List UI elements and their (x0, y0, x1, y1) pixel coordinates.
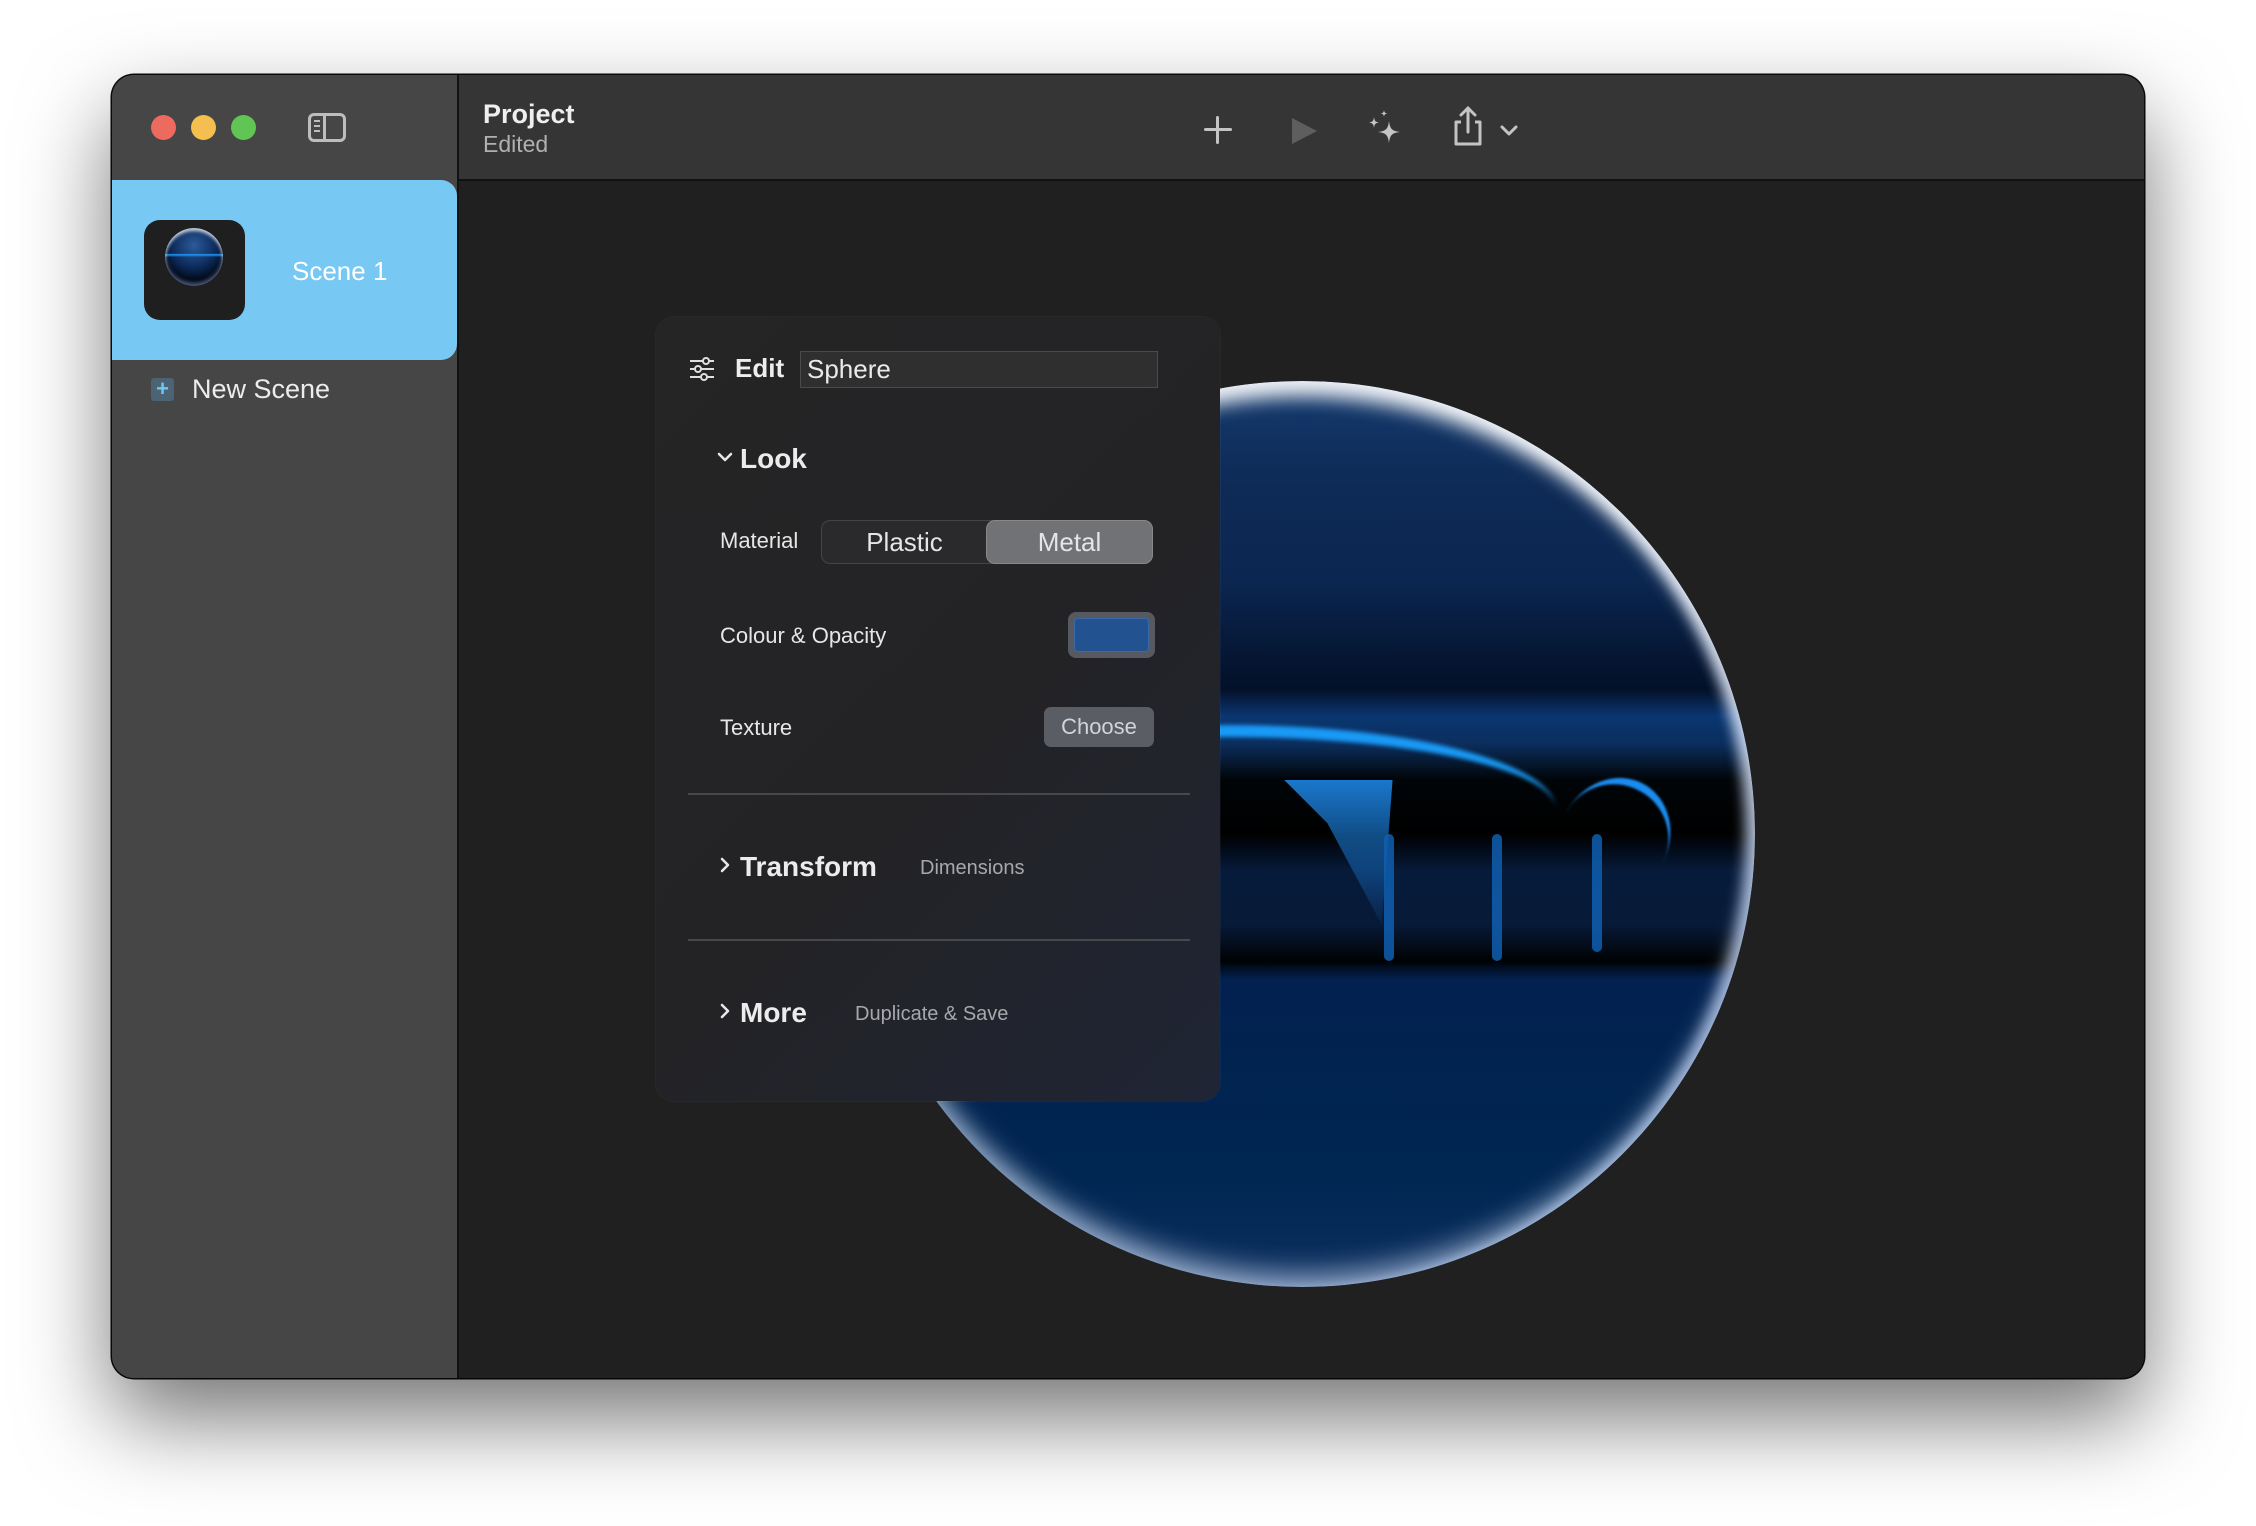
more-section-header[interactable]: More Duplicate & Save (716, 997, 1008, 1029)
edit-panel-title: Edit (735, 353, 785, 383)
new-scene-label: New Scene (192, 373, 331, 404)
minimize-window-button[interactable] (191, 115, 216, 140)
play-button[interactable] (1280, 110, 1320, 150)
object-name-input[interactable] (800, 351, 1158, 388)
material-segmented-control: Plastic Metal (821, 520, 1153, 564)
chevron-right-icon (716, 1000, 734, 1026)
scene-label: Scene 1 (292, 256, 388, 286)
material-option-metal[interactable]: Metal (987, 521, 1152, 563)
window-title: Project (483, 99, 575, 129)
material-option-plastic[interactable]: Plastic (822, 521, 987, 563)
divider (688, 939, 1190, 941)
document-status: Edited (483, 131, 549, 157)
sliders-icon (690, 357, 714, 381)
add-button[interactable] (1198, 110, 1238, 150)
new-scene-button[interactable]: + New Scene (151, 374, 330, 404)
more-section-title: More (740, 997, 807, 1028)
transform-section-title: Transform (740, 851, 877, 882)
sphere-thumbnail-icon (165, 228, 223, 286)
material-label: Material (720, 528, 799, 553)
reflection-pillar (1492, 834, 1503, 961)
colour-swatch (1074, 618, 1149, 652)
divider (688, 793, 1190, 795)
more-section-hint: Duplicate & Save (855, 1003, 1009, 1025)
share-menu-button[interactable] (1494, 115, 1524, 145)
look-section-title: Look (740, 443, 807, 474)
choose-texture-button[interactable]: Choose (1044, 707, 1154, 747)
share-icon (1454, 106, 1482, 146)
texture-label: Texture (720, 715, 793, 740)
transform-section-hint: Dimensions (920, 857, 1025, 879)
scene-viewport[interactable]: Edit Look Material Plastic Metal Colour … (459, 181, 2144, 1378)
zoom-window-button[interactable] (231, 115, 256, 140)
plus-icon: + (151, 377, 174, 401)
chevron-down-icon (716, 446, 734, 472)
scene-thumbnail (144, 220, 245, 320)
toolbar: Project Edited (459, 75, 2144, 181)
effects-button[interactable] (1361, 107, 1407, 153)
app-window: Scene 1 + New Scene Project Edited Edit … (112, 75, 2144, 1378)
reflection-pillar (1383, 834, 1394, 961)
chevron-right-icon (716, 854, 734, 880)
transform-section-header[interactable]: Transform Dimensions (716, 851, 1024, 883)
sidebar-item-scene-1[interactable]: Scene 1 (112, 180, 457, 360)
colour-opacity-label: Colour & Opacity (720, 623, 887, 648)
edit-panel: Edit Look Material Plastic Metal Colour … (656, 317, 1220, 1101)
chevron-down-icon (1500, 125, 1518, 136)
reflection-highlight (1565, 757, 1691, 864)
colour-well[interactable] (1068, 612, 1155, 658)
sidebar-toggle-icon[interactable] (308, 113, 346, 142)
close-window-button[interactable] (151, 115, 176, 140)
share-button[interactable] (1448, 106, 1488, 150)
sparkles-icon (1369, 110, 1400, 143)
reflection-pillar (1591, 834, 1602, 952)
sidebar: Scene 1 + New Scene (112, 75, 459, 1378)
look-section-header[interactable]: Look (716, 443, 807, 475)
